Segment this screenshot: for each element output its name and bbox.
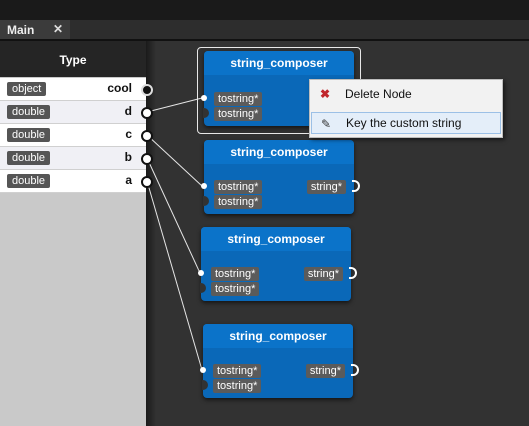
output-port-a[interactable] (141, 176, 153, 188)
node-output-label: string* (303, 267, 343, 281)
node-notch (200, 283, 206, 293)
menu-item-key-custom-string[interactable]: ✎ Key the custom string (311, 112, 501, 134)
delete-x-icon: ✖ (319, 87, 331, 101)
menu-item-label: Key the custom string (346, 116, 462, 130)
string-composer-node-4[interactable]: string_composer tostring* tostring* stri… (200, 324, 359, 398)
menu-item-label: Delete Node (345, 87, 412, 101)
output-port-cool[interactable] (141, 84, 153, 96)
output-port-d[interactable] (141, 107, 153, 119)
node-notch (202, 380, 208, 390)
node-input-label: tostring* (214, 180, 263, 194)
context-menu: ✖ Delete Node ✎ Key the custom string (309, 79, 503, 138)
input-port[interactable] (200, 367, 206, 373)
string-composer-node-3[interactable]: string_composer tostring* tostring* stri… (198, 227, 357, 301)
menu-item-delete-node[interactable]: ✖ Delete Node (311, 83, 499, 105)
input-port[interactable] (198, 270, 204, 276)
node-output-label: string* (305, 364, 345, 378)
node-title: string_composer (201, 227, 351, 251)
pencil-icon: ✎ (320, 117, 332, 131)
node-title: string_composer (203, 324, 353, 348)
wire-b (146, 157, 201, 274)
input-port[interactable] (201, 183, 207, 189)
wire-a (146, 180, 203, 371)
node-input-label: tostring* (211, 282, 260, 296)
node-input-label: tostring* (213, 364, 262, 378)
node-notch (203, 196, 209, 206)
node-output-label: string* (306, 180, 346, 194)
string-composer-node-2[interactable]: string_composer tostring* tostring* stri… (201, 140, 360, 214)
node-input-label: tostring* (214, 195, 263, 209)
wire-c (146, 134, 203, 187)
node-title: string_composer (204, 140, 354, 164)
node-input-label: tostring* (211, 267, 260, 281)
output-port-b[interactable] (141, 153, 153, 165)
node-input-label: tostring* (213, 379, 262, 393)
output-port-c[interactable] (141, 130, 153, 142)
wire-d (146, 97, 203, 113)
